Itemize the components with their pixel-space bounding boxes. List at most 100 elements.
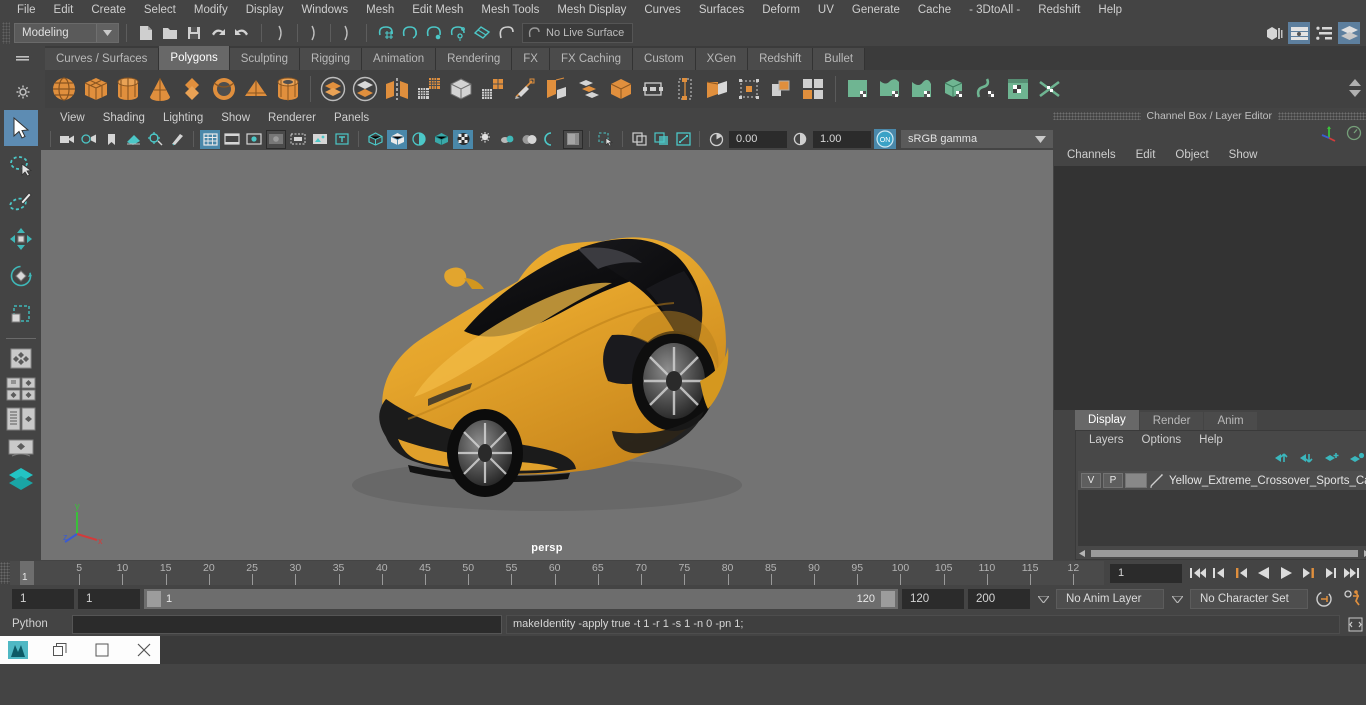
layer-tab-render[interactable]: Render xyxy=(1140,412,1204,430)
move-tool-icon[interactable] xyxy=(4,221,38,257)
resolution-gate-icon[interactable] xyxy=(244,130,264,149)
menu-item-file[interactable]: File xyxy=(8,0,45,20)
menu-set-selector[interactable]: Modeling xyxy=(14,23,119,43)
shelf-tab-polygons[interactable]: Polygons xyxy=(159,46,229,70)
poly-sphere-icon[interactable] xyxy=(49,73,79,105)
poly-separate-icon[interactable] xyxy=(350,73,380,105)
range-max-handle[interactable] xyxy=(881,591,895,607)
scroll-right-icon[interactable] xyxy=(1362,549,1366,558)
two-pane-layout-icon[interactable] xyxy=(3,405,39,433)
show-hide-modeling-toolkit-icon[interactable] xyxy=(1263,22,1285,44)
menu-item-surfaces[interactable]: Surfaces xyxy=(690,0,753,20)
shelf-tab-custom[interactable]: Custom xyxy=(633,48,696,70)
redo-icon[interactable] xyxy=(231,22,253,44)
undo-icon[interactable] xyxy=(207,22,229,44)
manipulator-axis-icon[interactable] xyxy=(1320,124,1338,145)
menu-item-display[interactable]: Display xyxy=(237,0,293,20)
layer-color-swatch[interactable] xyxy=(1125,473,1147,488)
menu-item-3dtoall[interactable]: - 3DtoAll - xyxy=(960,0,1029,20)
shelf-tab-menu-icon[interactable] xyxy=(8,46,38,70)
menu-item-select[interactable]: Select xyxy=(135,0,185,20)
menu-item-mesh-display[interactable]: Mesh Display xyxy=(548,0,635,20)
outliner-persp-layout-icon[interactable] xyxy=(3,435,39,463)
step-back-frame-icon[interactable] xyxy=(1232,562,1252,584)
select-tool-icon[interactable] xyxy=(4,110,38,146)
menu-item-mesh[interactable]: Mesh xyxy=(357,0,403,20)
image-plane-icon[interactable] xyxy=(123,130,143,149)
poly-offset-edge-loop-icon[interactable] xyxy=(734,73,764,105)
gate-mask-icon[interactable] xyxy=(266,130,286,149)
exposure-icon[interactable] xyxy=(706,130,726,149)
gamma-value-field[interactable]: 1.00 xyxy=(813,131,871,148)
poly-reduce-icon[interactable] xyxy=(446,73,476,105)
play-forwards-icon[interactable] xyxy=(1276,562,1296,584)
shelf-tab-sculpting[interactable]: Sculpting xyxy=(230,48,300,70)
shelf-tab-xgen[interactable]: XGen xyxy=(696,48,748,70)
poly-cone-icon[interactable] xyxy=(145,73,175,105)
four-view-layout-icon[interactable] xyxy=(3,375,39,403)
paint-select-tool-icon[interactable] xyxy=(4,184,38,220)
exposure-value-field[interactable]: 0.00 xyxy=(729,131,787,148)
depth-of-field-icon[interactable] xyxy=(563,130,583,149)
layer-menu-options[interactable]: Options xyxy=(1133,434,1191,446)
smooth-shade-icon[interactable] xyxy=(387,130,407,149)
panel-drag-grip-left[interactable] xyxy=(1053,112,1141,120)
new-scene-icon[interactable] xyxy=(135,22,157,44)
hypershade-layout-icon[interactable] xyxy=(3,465,39,493)
poly-pipe-icon[interactable] xyxy=(273,73,303,105)
poly-mirror-icon[interactable] xyxy=(382,73,412,105)
script-editor-icon[interactable] xyxy=(1344,617,1366,632)
light-shading-icon[interactable] xyxy=(453,130,473,149)
screen-space-ao-icon[interactable] xyxy=(497,130,517,149)
poly-connect-icon[interactable] xyxy=(766,73,796,105)
menu-item-mesh-tools[interactable]: Mesh Tools xyxy=(472,0,548,20)
chevron-down-icon[interactable] xyxy=(1034,596,1052,603)
shadows-icon[interactable] xyxy=(475,130,495,149)
anim-start-field[interactable]: 1 xyxy=(12,589,74,609)
menu-item-deform[interactable]: Deform xyxy=(753,0,809,20)
poly-boolean-icon[interactable] xyxy=(638,73,668,105)
viewport-menu-show[interactable]: Show xyxy=(212,112,259,124)
chevron-down-icon[interactable] xyxy=(1168,596,1186,603)
color-space-selector[interactable]: sRGB gamma xyxy=(901,130,1053,148)
poly-cylinder-icon[interactable] xyxy=(113,73,143,105)
menu-item-windows[interactable]: Windows xyxy=(292,0,357,20)
layer-visibility-toggle[interactable]: V xyxy=(1081,473,1101,488)
poly-target-weld-icon[interactable] xyxy=(670,73,700,105)
poly-smooth-icon[interactable] xyxy=(414,73,444,105)
channel-box-attribute-list[interactable] xyxy=(1054,166,1366,410)
move-layer-up-icon[interactable] xyxy=(1274,452,1290,467)
scale-tool-icon[interactable] xyxy=(4,295,38,331)
camera-attributes-icon[interactable] xyxy=(79,130,99,149)
shaded-wireframe-icon[interactable] xyxy=(409,130,429,149)
channel-box-menu-edit[interactable]: Edit xyxy=(1126,149,1166,161)
restore-window-icon[interactable] xyxy=(50,640,70,660)
command-language-label[interactable]: Python xyxy=(12,618,68,630)
maya-app-icon[interactable] xyxy=(8,640,28,660)
viewport-menu-lighting[interactable]: Lighting xyxy=(154,112,212,124)
save-scene-icon[interactable] xyxy=(183,22,205,44)
shelf-tab-curves-surfaces[interactable]: Curves / Surfaces xyxy=(45,48,159,70)
menu-item-create[interactable]: Create xyxy=(82,0,135,20)
snap-to-view-plane-icon[interactable] xyxy=(471,22,493,44)
xray-joints-icon[interactable] xyxy=(651,130,671,149)
open-scene-icon[interactable] xyxy=(159,22,181,44)
shelf-options-gear-icon[interactable] xyxy=(8,80,38,104)
poly-insert-edge-loop-icon[interactable] xyxy=(702,73,732,105)
scrollbar-thumb[interactable] xyxy=(1091,550,1358,557)
select-by-hierarchy-icon[interactable] xyxy=(270,22,292,44)
lasso-select-tool-icon[interactable] xyxy=(4,147,38,183)
green-window-icon[interactable] xyxy=(1003,73,1033,105)
green-cross-icon[interactable] xyxy=(1035,73,1065,105)
snap-to-projected-center-icon[interactable] xyxy=(447,22,469,44)
go-to-end-icon[interactable] xyxy=(1342,562,1362,584)
green-curve-surface-icon[interactable] xyxy=(875,73,905,105)
grease-pencil-icon[interactable] xyxy=(167,130,187,149)
playback-start-field[interactable]: 1 xyxy=(78,589,140,609)
layer-list-item[interactable]: V P Yellow_Extreme_Crossover_Sports_Ca xyxy=(1078,471,1366,490)
multisample-icon[interactable] xyxy=(541,130,561,149)
character-set-selector[interactable]: No Character Set xyxy=(1190,589,1308,609)
select-by-object-icon[interactable] xyxy=(303,22,325,44)
menu-item-modify[interactable]: Modify xyxy=(185,0,237,20)
scroll-left-icon[interactable] xyxy=(1078,549,1087,558)
